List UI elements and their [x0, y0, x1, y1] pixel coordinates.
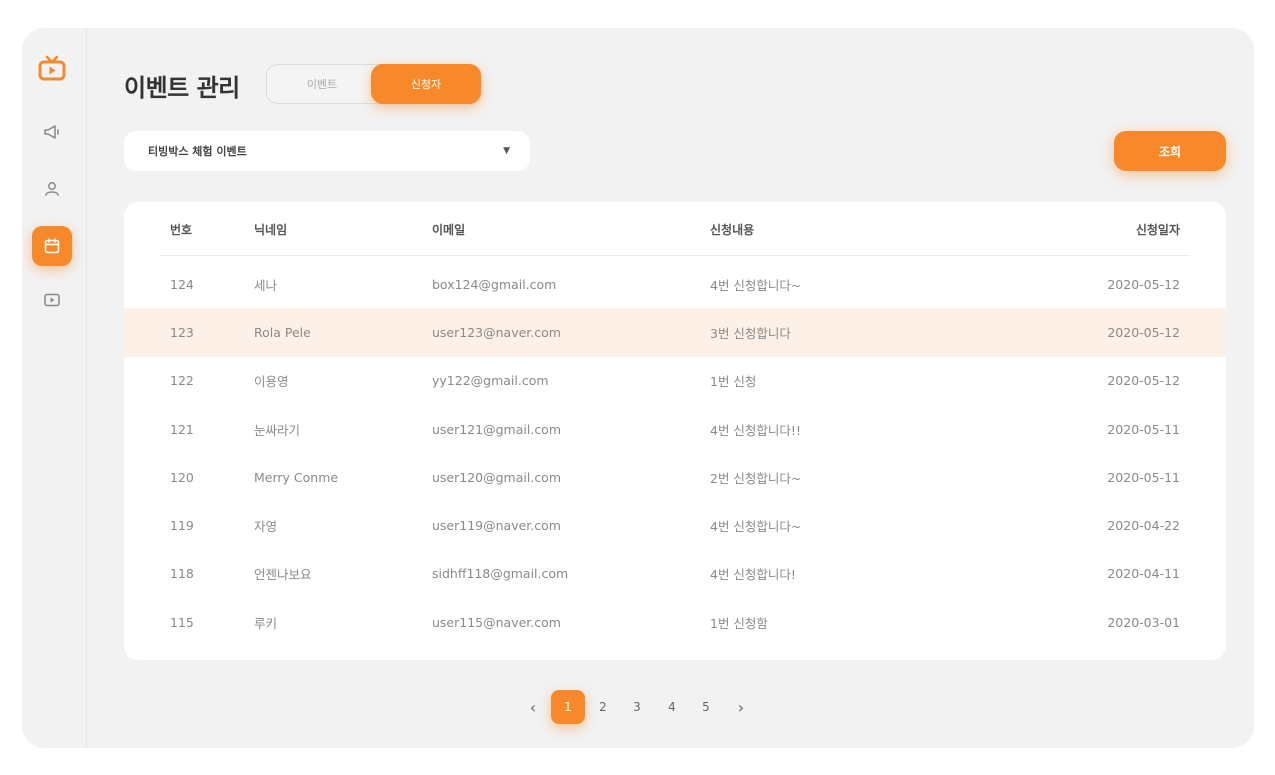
cell-content: 4번 신청합니다!!: [710, 422, 801, 438]
table-row[interactable]: 119 자영 user119@naver.com 4번 신청합니다~ 2020-…: [124, 501, 1226, 549]
cell-date: 2020-04-11: [1107, 566, 1180, 582]
table-header: 번호 닉네임 이메일 신청내용 신청일자: [124, 202, 1226, 256]
table-body: 124 세나 box124@gmail.com 4번 신청합니다~ 2020-0…: [124, 260, 1226, 646]
app-window: 이벤트 관리 이벤트 신청자 티빙박스 체험 이벤트 ▼ 조회 번호 닉네임 이…: [22, 28, 1254, 748]
cell-no: 123: [170, 324, 194, 340]
cell-content: 2번 신청합니다~: [710, 470, 802, 486]
tab-events[interactable]: 이벤트: [267, 64, 377, 104]
pagination: ‹ 1 2 3 4 5 ›: [22, 688, 1254, 728]
page-5-button[interactable]: 5: [689, 690, 723, 724]
cell-nickname: 눈싸라기: [254, 422, 301, 438]
cell-nickname: 이용영: [254, 374, 289, 390]
cell-no: 115: [170, 614, 194, 630]
header-email: 이메일: [432, 222, 466, 237]
user-icon[interactable]: [32, 169, 72, 209]
cell-email: user115@naver.com: [432, 614, 561, 630]
page-1-button[interactable]: 1: [551, 690, 585, 724]
page-2-button[interactable]: 2: [586, 690, 620, 724]
cell-date: 2020-05-12: [1107, 276, 1180, 292]
table-row[interactable]: 120 Merry Conme user120@gmail.com 2번 신청합…: [124, 453, 1226, 501]
cell-no: 124: [170, 276, 194, 292]
query-button[interactable]: 조회: [1114, 131, 1226, 171]
calendar-icon[interactable]: [32, 226, 72, 266]
cell-email: yy122@gmail.com: [432, 373, 549, 389]
page-title: 이벤트 관리: [124, 74, 240, 102]
cell-no: 122: [170, 373, 194, 389]
header-date: 신청일자: [1135, 222, 1180, 237]
sidebar: [22, 28, 87, 748]
cell-nickname: Rola Pele: [254, 324, 311, 340]
next-page-button[interactable]: ›: [724, 690, 758, 724]
view-toggle: 이벤트 신청자: [266, 64, 482, 104]
cell-email: box124@gmail.com: [432, 276, 557, 292]
cell-date: 2020-03-01: [1107, 614, 1180, 630]
megaphone-icon[interactable]: [32, 112, 72, 152]
tab-applicants[interactable]: 신청자: [371, 64, 481, 104]
page-3-button[interactable]: 3: [620, 690, 654, 724]
applicants-table: 번호 닉네임 이메일 신청내용 신청일자 124 세나 box124@gmail…: [124, 202, 1226, 660]
cell-nickname: 언젠나보요: [254, 567, 312, 583]
cell-email: sidhff118@gmail.com: [432, 566, 569, 582]
cell-email: user121@gmail.com: [432, 421, 562, 437]
cell-content: 3번 신청합니다: [710, 325, 791, 341]
cell-date: 2020-04-22: [1107, 518, 1180, 534]
prev-page-button[interactable]: ‹: [516, 690, 550, 724]
header-divider: [160, 255, 1190, 256]
cell-date: 2020-05-11: [1107, 469, 1180, 485]
event-select[interactable]: 티빙박스 체험 이벤트 ▼: [124, 131, 530, 171]
cell-email: user119@naver.com: [432, 518, 561, 534]
cell-content: 4번 신청합니다!: [710, 567, 796, 583]
table-row[interactable]: 123 Rola Pele user123@naver.com 3번 신청합니다…: [124, 308, 1226, 357]
cell-email: user123@naver.com: [432, 324, 561, 340]
table-row[interactable]: 122 이용영 yy122@gmail.com 1번 신청 2020-05-12: [124, 357, 1226, 405]
table-row[interactable]: 124 세나 box124@gmail.com 4번 신청합니다~ 2020-0…: [124, 260, 1226, 308]
tv-logo-icon[interactable]: [32, 48, 72, 88]
caret-down-icon: ▼: [503, 146, 510, 156]
cell-content: 4번 신청합니다~: [710, 277, 802, 293]
cell-email: user120@gmail.com: [432, 469, 562, 485]
header-nickname: 닉네임: [254, 222, 288, 237]
cell-no: 119: [170, 518, 194, 534]
cell-date: 2020-05-12: [1107, 324, 1180, 340]
table-row[interactable]: 121 눈싸라기 user121@gmail.com 4번 신청합니다!! 20…: [124, 405, 1226, 453]
cell-content: 4번 신청합니다~: [710, 519, 802, 535]
cell-no: 120: [170, 469, 194, 485]
cell-no: 118: [170, 566, 194, 582]
cell-content: 1번 신청함: [710, 615, 768, 631]
video-play-icon[interactable]: [32, 280, 72, 320]
cell-date: 2020-05-11: [1107, 421, 1180, 437]
header-no: 번호: [170, 222, 193, 237]
cell-nickname: 자영: [254, 519, 278, 535]
table-row[interactable]: 115 루키 user115@naver.com 1번 신청함 2020-03-…: [124, 598, 1226, 646]
cell-nickname: 루키: [254, 615, 278, 631]
cell-nickname: Merry Conme: [254, 469, 339, 485]
cell-date: 2020-05-12: [1107, 373, 1180, 389]
page-4-button[interactable]: 4: [655, 690, 689, 724]
table-row[interactable]: 118 언젠나보요 sidhff118@gmail.com 4번 신청합니다! …: [124, 550, 1226, 598]
event-select-value: 티빙박스 체험 이벤트: [148, 145, 247, 158]
cell-content: 1번 신청: [710, 374, 757, 390]
cell-no: 121: [170, 421, 194, 437]
cell-nickname: 세나: [254, 277, 278, 293]
header-content: 신청내용: [710, 222, 755, 237]
